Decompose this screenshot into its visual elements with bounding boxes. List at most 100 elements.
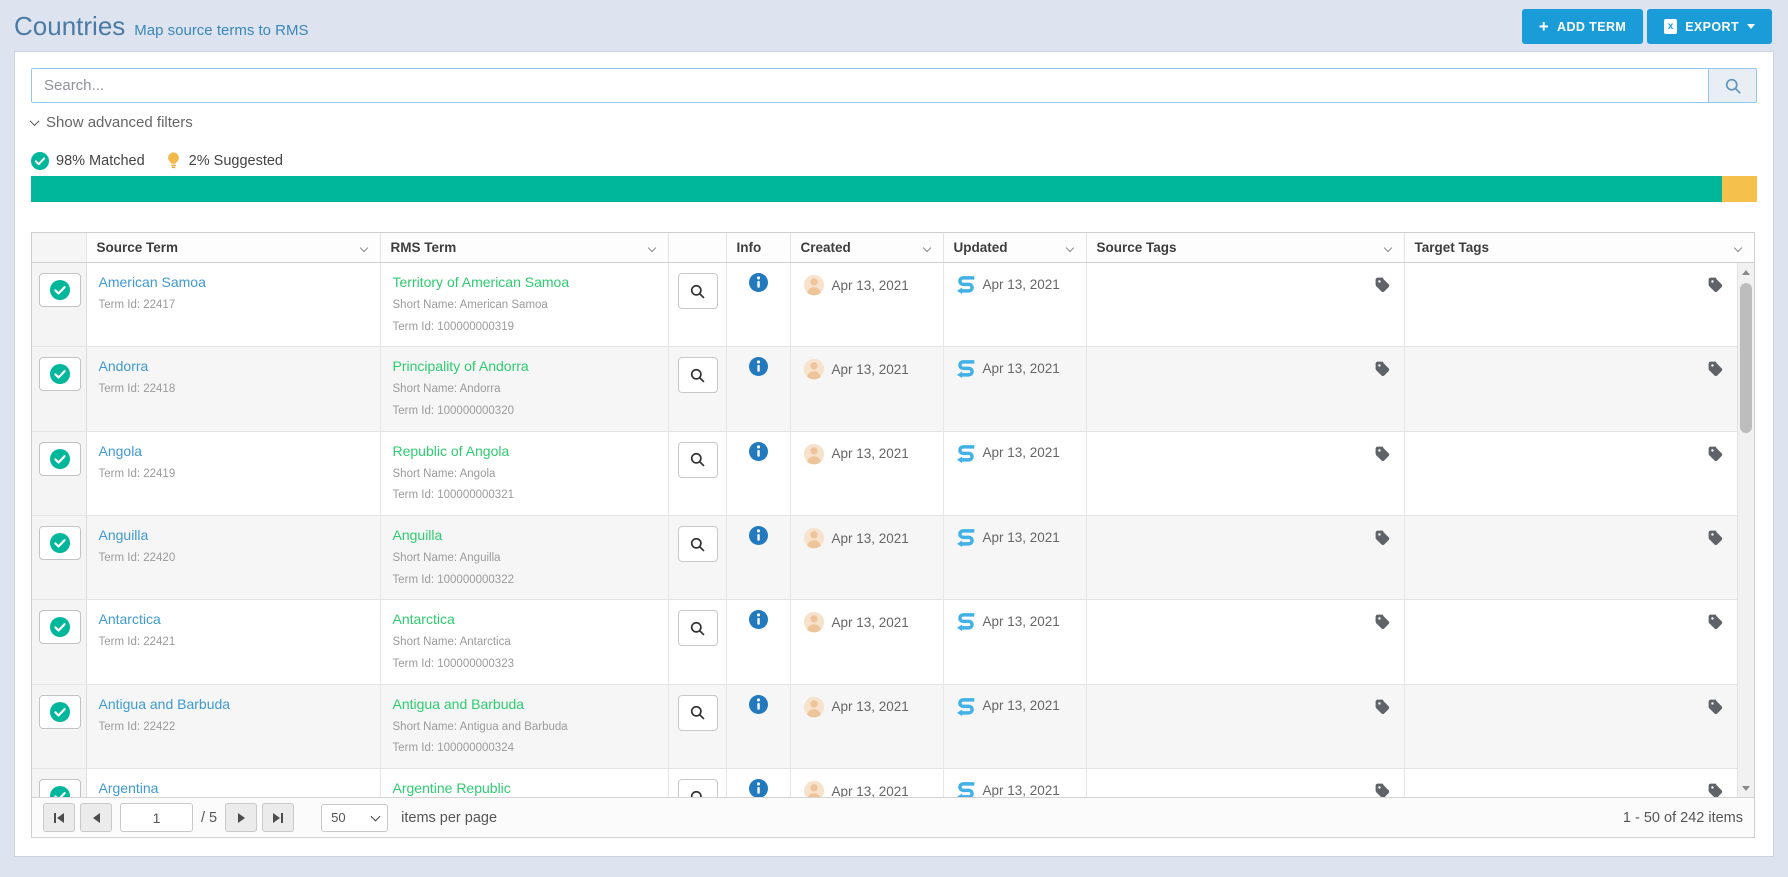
tag-icon[interactable] bbox=[1374, 360, 1390, 381]
matched-status-button[interactable] bbox=[39, 695, 81, 729]
info-icon[interactable] bbox=[749, 273, 768, 292]
row-search-button[interactable] bbox=[678, 526, 718, 562]
updated-date: Apr 13, 2021 bbox=[983, 783, 1060, 797]
tag-icon[interactable] bbox=[1707, 360, 1723, 381]
rms-term-link[interactable]: Territory of American Samoa bbox=[393, 274, 570, 290]
scrollbar-thumb[interactable] bbox=[1740, 283, 1752, 433]
row-search-button[interactable] bbox=[678, 357, 718, 393]
matched-status-button[interactable] bbox=[39, 779, 81, 797]
chevron-down-icon[interactable] bbox=[647, 243, 655, 251]
source-term-link[interactable]: Andorra bbox=[99, 358, 149, 374]
column-header-updated[interactable]: Updated bbox=[943, 233, 1086, 263]
rms-term-link[interactable]: Argentine Republic bbox=[393, 780, 511, 796]
match-status-cell bbox=[32, 263, 86, 347]
rms-term-link[interactable]: Antarctica bbox=[393, 611, 455, 627]
check-circle-icon bbox=[50, 786, 70, 797]
info-icon[interactable] bbox=[749, 442, 768, 461]
rms-term-cell: Antarctica Short Name: Antarctica Term I… bbox=[380, 600, 668, 684]
tag-icon[interactable] bbox=[1707, 782, 1723, 797]
updated-date: Apr 13, 2021 bbox=[983, 698, 1060, 713]
items-per-page-label: items per page bbox=[401, 810, 497, 826]
chevron-down-icon[interactable] bbox=[1065, 243, 1073, 251]
column-header-created[interactable]: Created bbox=[790, 233, 943, 263]
check-circle-icon bbox=[31, 152, 49, 170]
source-term-link[interactable]: Argentina bbox=[99, 780, 159, 796]
row-search-button[interactable] bbox=[678, 695, 718, 731]
tag-icon[interactable] bbox=[1374, 276, 1390, 297]
add-term-button[interactable]: + ADD TERM bbox=[1522, 9, 1644, 44]
rms-term-link[interactable]: Principality of Andorra bbox=[393, 358, 529, 374]
export-button[interactable]: EXPORT bbox=[1647, 9, 1772, 44]
chevron-down-icon[interactable] bbox=[1734, 243, 1742, 251]
prev-page-icon bbox=[93, 813, 100, 823]
source-term-link[interactable]: American Samoa bbox=[99, 274, 206, 290]
source-term-link[interactable]: Antigua and Barbuda bbox=[99, 696, 231, 712]
row-search-button[interactable] bbox=[678, 779, 718, 797]
source-term-link[interactable]: Angola bbox=[99, 443, 143, 459]
scroll-up-icon[interactable] bbox=[1738, 264, 1754, 280]
page-number-input[interactable] bbox=[120, 803, 193, 832]
source-term-link[interactable]: Antarctica bbox=[99, 611, 161, 627]
tag-icon[interactable] bbox=[1707, 445, 1723, 466]
scroll-down-icon[interactable] bbox=[1738, 780, 1754, 796]
info-cell bbox=[726, 263, 790, 347]
rms-term-link[interactable]: Republic of Angola bbox=[393, 443, 510, 459]
vertical-scrollbar[interactable] bbox=[1737, 263, 1754, 797]
search-button[interactable] bbox=[1708, 68, 1757, 103]
tag-icon[interactable] bbox=[1374, 529, 1390, 550]
chevron-down-icon[interactable] bbox=[359, 243, 367, 251]
match-legend: 98% Matched 2% Suggested bbox=[31, 151, 1757, 170]
sync-s-icon bbox=[956, 780, 976, 797]
matched-status-button[interactable] bbox=[39, 442, 81, 476]
table-row: American Samoa Term Id: 22417 Territory … bbox=[32, 263, 1737, 347]
column-header-target-tags[interactable]: Target Tags bbox=[1404, 233, 1754, 263]
row-search-button[interactable] bbox=[678, 442, 718, 478]
page-size-select[interactable]: 50 bbox=[321, 804, 388, 832]
search-bar bbox=[31, 68, 1757, 103]
source-term-cell: Angola Term Id: 22419 bbox=[86, 431, 380, 515]
chevron-down-icon[interactable] bbox=[1383, 243, 1391, 251]
matched-status-button[interactable] bbox=[39, 526, 81, 560]
chevron-down-icon[interactable] bbox=[922, 243, 930, 251]
match-status-cell bbox=[32, 431, 86, 515]
matched-status-button[interactable] bbox=[39, 273, 81, 307]
first-page-button[interactable] bbox=[43, 803, 75, 832]
info-icon[interactable] bbox=[749, 779, 768, 797]
rms-term-link[interactable]: Antigua and Barbuda bbox=[393, 696, 525, 712]
tag-icon[interactable] bbox=[1707, 529, 1723, 550]
tag-icon[interactable] bbox=[1707, 276, 1723, 297]
tag-icon[interactable] bbox=[1374, 613, 1390, 634]
tag-icon[interactable] bbox=[1707, 698, 1723, 719]
search-input[interactable] bbox=[31, 68, 1709, 103]
table-row: Antigua and Barbuda Term Id: 22422 Antig… bbox=[32, 684, 1737, 768]
search-icon bbox=[689, 367, 706, 384]
advanced-filters-toggle[interactable]: Show advanced filters bbox=[31, 114, 193, 131]
match-status-cell bbox=[32, 516, 86, 600]
info-icon[interactable] bbox=[749, 695, 768, 714]
rms-term-link[interactable]: Anguilla bbox=[393, 527, 443, 543]
info-icon[interactable] bbox=[749, 357, 768, 376]
tag-icon[interactable] bbox=[1374, 698, 1390, 719]
source-term-link[interactable]: Anguilla bbox=[99, 527, 149, 543]
next-page-button[interactable] bbox=[225, 803, 257, 832]
tag-icon[interactable] bbox=[1374, 445, 1390, 466]
suggested-segment bbox=[1722, 176, 1757, 202]
tag-icon[interactable] bbox=[1707, 613, 1723, 634]
last-page-button[interactable] bbox=[262, 803, 294, 832]
source-term-cell: Antigua and Barbuda Term Id: 22422 bbox=[86, 684, 380, 768]
row-search-button[interactable] bbox=[678, 273, 718, 309]
matched-status-button[interactable] bbox=[39, 610, 81, 644]
prev-page-button[interactable] bbox=[80, 803, 112, 832]
info-icon[interactable] bbox=[749, 526, 768, 545]
page-total-label: / 5 bbox=[201, 810, 217, 826]
grid-body: American Samoa Term Id: 22417 Territory … bbox=[32, 263, 1754, 797]
row-search-button[interactable] bbox=[678, 610, 718, 646]
info-icon[interactable] bbox=[749, 610, 768, 629]
column-header-rms-term[interactable]: RMS Term bbox=[380, 233, 668, 263]
column-header-source-tags[interactable]: Source Tags bbox=[1086, 233, 1404, 263]
tag-icon[interactable] bbox=[1374, 782, 1390, 797]
created-date: Apr 13, 2021 bbox=[832, 362, 909, 377]
created-header-label: Created bbox=[801, 240, 851, 255]
matched-status-button[interactable] bbox=[39, 357, 81, 391]
column-header-source-term[interactable]: Source Term bbox=[86, 233, 380, 263]
